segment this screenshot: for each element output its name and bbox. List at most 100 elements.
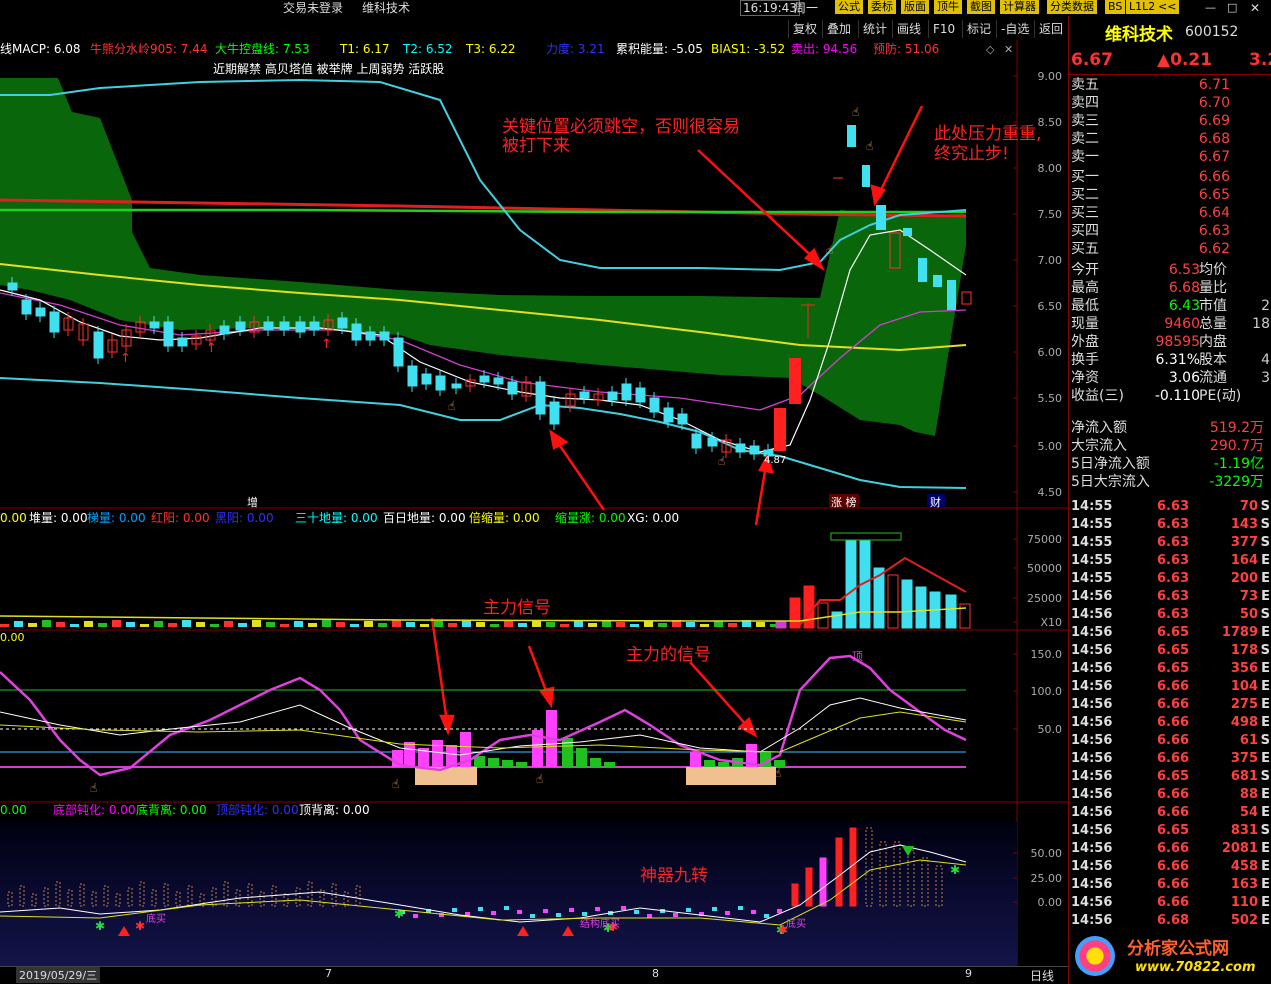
volume-bar — [238, 623, 247, 627]
stat-value: 98595 — [1155, 334, 1200, 350]
volume-bar — [378, 623, 387, 627]
candle — [677, 413, 688, 425]
weekday: 周一 — [794, 1, 819, 15]
tick-direction: E — [1261, 571, 1270, 586]
btn-stats[interactable]: 统计 — [858, 20, 891, 38]
nine-dot — [764, 914, 769, 918]
signal-bar — [704, 760, 715, 767]
nine-label-bottom-buy-2: 底买 — [786, 917, 806, 930]
bid-label: 买一 — [1071, 169, 1099, 185]
bid-label: 买二 — [1071, 187, 1099, 203]
volume-bar — [70, 624, 79, 627]
tick-row: 14:56 6.63 73 E — [1071, 588, 1270, 606]
quick-btn-layout[interactable]: 版面 — [901, 0, 929, 14]
btn-back[interactable]: 返回 — [1034, 20, 1067, 38]
bid-row: 买四 6.63 — [1071, 222, 1270, 240]
quick-buttons: 公式 委标 版面 顶牛 截图 计算器 分类数据 BS L1L2 << — [835, 0, 1267, 15]
btn-overlay[interactable]: 叠加 — [822, 20, 855, 38]
gap-candle — [876, 205, 886, 230]
candle — [295, 321, 306, 333]
quick-btn-weibiao[interactable]: 委标 — [868, 0, 896, 14]
tick-row: 14:56 6.66 2081 E — [1071, 840, 1270, 858]
period-selector[interactable]: 日线 — [1030, 967, 1054, 984]
quick-btn-category-data[interactable]: 分类数据 — [1047, 0, 1097, 14]
signal-bar — [604, 762, 615, 767]
nine-dot — [686, 908, 691, 912]
candle — [421, 373, 432, 385]
quick-btn-screenshot[interactable]: 截图 — [967, 0, 995, 14]
close-panel-icon[interactable]: ✕ — [1004, 43, 1013, 56]
candle — [607, 391, 618, 401]
volume-bar — [644, 621, 653, 627]
tick-row: 14:56 6.65 831 S — [1071, 822, 1270, 840]
tick-volume: 200 — [1230, 571, 1258, 586]
quick-btn-bs[interactable]: BS — [1105, 0, 1126, 14]
btn-fuquan[interactable]: 复权 — [788, 20, 821, 38]
y-tick-label: 4.50 — [1038, 486, 1063, 499]
candle — [507, 381, 518, 395]
nine-dot — [530, 914, 535, 918]
quick-btn-l1l2[interactable]: L1L2 — [1126, 0, 1159, 14]
nine-dot — [725, 911, 730, 915]
indicator-value: 黑阳: 0.00 — [215, 511, 274, 525]
annotation-arrows — [430, 105, 924, 738]
volume-bar — [112, 620, 121, 627]
quote-price: 6.67 — [1071, 50, 1113, 70]
stat-value-2: 2 — [1261, 298, 1270, 314]
nine-dot — [556, 913, 561, 917]
tick-row: 14:56 6.65 178 S — [1071, 642, 1270, 660]
candle — [621, 383, 632, 401]
y-tick-label: X10 — [1040, 616, 1062, 629]
login-status[interactable]: 交易未登录 — [283, 0, 343, 16]
volume-bar — [518, 623, 527, 627]
hand-pointer-icon: ☝ — [866, 139, 873, 153]
hand-pointer-icon: ☝ — [90, 781, 97, 795]
volume-bar — [294, 621, 303, 627]
candle — [379, 331, 390, 341]
tick-time: 14:56 — [1071, 589, 1113, 604]
annotation-pressure-text-2: 终究止步! — [934, 144, 1009, 164]
volume-bar — [252, 620, 261, 627]
btn-mark[interactable]: 标记 — [962, 20, 995, 38]
candle — [351, 323, 362, 341]
volume-bar — [901, 579, 913, 629]
ask-row: 卖四 6.70 — [1071, 94, 1270, 112]
stat-row: 收益(三) -0.110 PE(动) — [1071, 387, 1270, 405]
volume-bar — [154, 621, 163, 627]
bid-label: 买四 — [1071, 223, 1099, 239]
btn-watchlist[interactable]: -自选 — [996, 20, 1033, 38]
signal-bar — [576, 748, 587, 767]
tick-price: 6.65 — [1157, 823, 1190, 838]
signal-bar — [590, 758, 601, 767]
marker-zeng[interactable]: 增 — [247, 495, 258, 509]
marker-zhangbang[interactable]: 涨 榜 — [831, 495, 857, 509]
y-tick-label: 5.00 — [1038, 440, 1063, 453]
quick-btn-formula[interactable]: 公式 — [835, 0, 863, 14]
marker-cai[interactable]: 财 — [930, 495, 941, 509]
nine-indicator-row: 0.00 底部钝化: 0.00 底背离: 0.00 顶部钝化: 0.00 顶背离: 0.… — [0, 802, 370, 817]
watermark-name: 分析家公式网 — [1127, 939, 1229, 959]
quick-btn-dingniu[interactable]: 顶牛 — [934, 0, 962, 14]
signal-bar — [516, 762, 527, 767]
diamond-icon[interactable]: ◇ — [986, 43, 995, 56]
tick-price: 6.65 — [1157, 661, 1190, 676]
btn-draw[interactable]: 画线 — [892, 20, 925, 38]
quick-btn-calculator[interactable]: 计算器 — [1000, 0, 1039, 14]
y-tick-label: 6.00 — [1038, 346, 1063, 359]
bid-price: 6.66 — [1198, 169, 1230, 185]
hand-pointer-icon: ☝ — [536, 772, 543, 786]
btn-f10[interactable]: F10 — [928, 20, 959, 38]
chart-area[interactable]: ↑ ↑ ↑ ☝ ☝ ☝ ☝ ☝ 关键位置必须跳空，否则很容易 被打下来 此处压力重重, 终究止… — [0, 40, 1068, 966]
month-tick-8: 8 — [652, 967, 659, 980]
quick-btn-collapse[interactable]: << — [1155, 0, 1180, 14]
bid-price: 6.62 — [1198, 241, 1230, 257]
candle — [493, 377, 504, 385]
tick-time: 14:56 — [1071, 661, 1113, 676]
tick-time: 14:56 — [1071, 877, 1113, 892]
candle — [649, 397, 660, 413]
volume-lead-value: 0.00 — [0, 511, 27, 525]
y-tick-label: 50000 — [1027, 562, 1062, 575]
flow-row: 大宗流入 290.7万 — [1071, 437, 1270, 455]
nine-dot — [595, 907, 600, 911]
quote-stock-code: 600152 — [1185, 24, 1239, 40]
